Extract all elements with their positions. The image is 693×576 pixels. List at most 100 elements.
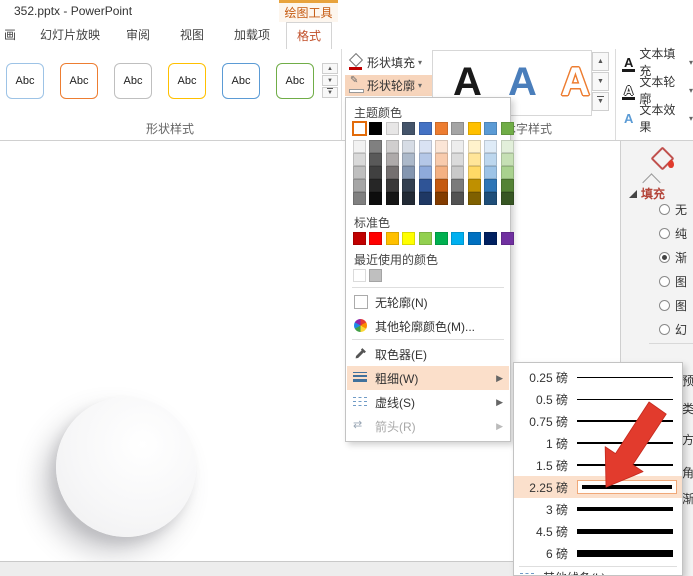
gallery-scroll-down-icon[interactable]: ▼ bbox=[322, 75, 338, 86]
fill-option-3[interactable]: 渐 bbox=[659, 245, 687, 269]
standard-color-swatch[interactable] bbox=[484, 232, 497, 245]
tab-review[interactable]: 审阅 bbox=[124, 22, 152, 48]
theme-tint-swatch[interactable] bbox=[419, 179, 432, 192]
shape-style-preset-4[interactable]: Abc bbox=[168, 63, 206, 99]
text-fill-button[interactable]: A 文本填充 ▾ bbox=[622, 51, 693, 73]
white-circle-shape[interactable] bbox=[56, 397, 196, 537]
standard-color-swatch[interactable] bbox=[419, 232, 432, 245]
text-effects-button[interactable]: A 文本效果 ▾ bbox=[622, 107, 693, 129]
shape-fill-button[interactable]: 形状填充 ▾ bbox=[345, 52, 433, 73]
recent-color-swatch[interactable] bbox=[369, 269, 382, 282]
weight-option-3磅[interactable]: 3 磅 bbox=[514, 498, 682, 520]
theme-tint-swatch[interactable] bbox=[451, 192, 464, 205]
shape-style-preset-1[interactable]: Abc bbox=[6, 63, 44, 99]
theme-tint-swatch[interactable] bbox=[451, 179, 464, 192]
tab-format-active[interactable]: 格式 bbox=[286, 22, 332, 49]
wordart-scroll-up-icon[interactable]: ▲ bbox=[592, 52, 609, 71]
theme-tint-swatch[interactable] bbox=[353, 192, 366, 205]
theme-tint-swatch[interactable] bbox=[484, 192, 497, 205]
weight-option-0.5磅[interactable]: 0.5 磅 bbox=[514, 388, 682, 410]
theme-color-swatch[interactable] bbox=[419, 122, 432, 135]
theme-tint-swatch[interactable] bbox=[468, 192, 481, 205]
fill-option-6[interactable]: 幻 bbox=[659, 317, 687, 341]
theme-tint-swatch[interactable] bbox=[419, 153, 432, 166]
standard-color-swatch[interactable] bbox=[369, 232, 382, 245]
wordart-style-blue[interactable]: A bbox=[508, 53, 537, 111]
gallery-more-icon[interactable]: ▼ bbox=[322, 87, 338, 98]
wordart-style-orange-outline[interactable]: A bbox=[561, 53, 590, 111]
text-outline-button[interactable]: A 文本轮廓 ▾ bbox=[622, 79, 693, 101]
theme-color-swatch[interactable] bbox=[353, 122, 366, 135]
menu-item-more-lines[interactable]: 其他线条(L)... bbox=[520, 569, 616, 576]
fill-option-2[interactable]: 纯 bbox=[659, 221, 687, 245]
menu-item-dashes[interactable]: 虚线(S) ▶ bbox=[347, 390, 509, 414]
theme-tint-swatch[interactable] bbox=[451, 166, 464, 179]
weight-option-6磅[interactable]: 6 磅 bbox=[514, 542, 682, 564]
menu-item-more-outline-colors[interactable]: 其他轮廓颜色(M)... bbox=[347, 314, 509, 338]
tab-slideshow[interactable]: 幻灯片放映 bbox=[38, 22, 102, 48]
theme-tint-swatch[interactable] bbox=[501, 192, 514, 205]
theme-tint-swatch[interactable] bbox=[369, 153, 382, 166]
theme-tint-swatch[interactable] bbox=[402, 153, 415, 166]
theme-tint-swatch[interactable] bbox=[468, 166, 481, 179]
weight-option-0.25磅[interactable]: 0.25 磅 bbox=[514, 366, 682, 388]
theme-tint-swatch[interactable] bbox=[435, 153, 448, 166]
weight-option-2.25磅[interactable]: 2.25 磅 bbox=[514, 476, 682, 498]
theme-tint-swatch[interactable] bbox=[484, 140, 497, 153]
theme-tint-swatch[interactable] bbox=[484, 153, 497, 166]
theme-tint-swatch[interactable] bbox=[353, 153, 366, 166]
theme-tint-swatch[interactable] bbox=[501, 179, 514, 192]
tab-animation-partial[interactable]: 画 bbox=[2, 22, 18, 48]
standard-color-swatch[interactable] bbox=[435, 232, 448, 245]
theme-tint-swatch[interactable] bbox=[468, 153, 481, 166]
theme-tint-swatch[interactable] bbox=[484, 179, 497, 192]
theme-color-swatch[interactable] bbox=[369, 122, 382, 135]
standard-color-swatch[interactable] bbox=[386, 232, 399, 245]
theme-tint-swatch[interactable] bbox=[353, 166, 366, 179]
theme-tint-swatch[interactable] bbox=[419, 192, 432, 205]
theme-tint-swatch[interactable] bbox=[419, 166, 432, 179]
tab-addins[interactable]: 加载项 bbox=[232, 22, 272, 48]
shape-outline-button[interactable]: ✎ 形状轮廓 ▾ bbox=[345, 75, 433, 96]
theme-tint-swatch[interactable] bbox=[353, 179, 366, 192]
theme-tint-swatch[interactable] bbox=[435, 166, 448, 179]
weight-option-1.5磅[interactable]: 1.5 磅 bbox=[514, 454, 682, 476]
theme-tint-swatch[interactable] bbox=[468, 140, 481, 153]
menu-item-eyedropper[interactable]: 取色器(E) bbox=[347, 342, 509, 366]
theme-tint-swatch[interactable] bbox=[369, 192, 382, 205]
wordart-more-icon[interactable]: ▼ bbox=[592, 92, 609, 111]
theme-tint-swatch[interactable] bbox=[402, 140, 415, 153]
theme-tint-swatch[interactable] bbox=[402, 166, 415, 179]
menu-item-weight[interactable]: 粗细(W) ▶ bbox=[347, 366, 509, 390]
standard-color-swatch[interactable] bbox=[402, 232, 415, 245]
theme-color-swatch[interactable] bbox=[451, 122, 464, 135]
recent-color-swatch[interactable] bbox=[353, 269, 366, 282]
theme-tint-swatch[interactable] bbox=[386, 140, 399, 153]
fill-option-5[interactable]: 图 bbox=[659, 293, 687, 317]
theme-tint-swatch[interactable] bbox=[435, 140, 448, 153]
theme-tint-swatch[interactable] bbox=[402, 192, 415, 205]
fill-option-4[interactable]: 图 bbox=[659, 269, 687, 293]
standard-color-swatch[interactable] bbox=[353, 232, 366, 245]
theme-tint-swatch[interactable] bbox=[369, 179, 382, 192]
theme-tint-swatch[interactable] bbox=[386, 153, 399, 166]
theme-tint-swatch[interactable] bbox=[501, 140, 514, 153]
theme-tint-swatch[interactable] bbox=[369, 166, 382, 179]
shape-style-preset-3[interactable]: Abc bbox=[114, 63, 152, 99]
theme-tint-swatch[interactable] bbox=[435, 179, 448, 192]
theme-color-swatch[interactable] bbox=[484, 122, 497, 135]
shape-style-preset-6[interactable]: Abc bbox=[276, 63, 314, 99]
theme-tint-swatch[interactable] bbox=[468, 179, 481, 192]
theme-color-swatch[interactable] bbox=[468, 122, 481, 135]
standard-color-swatch[interactable] bbox=[501, 232, 514, 245]
theme-tint-swatch[interactable] bbox=[435, 192, 448, 205]
weight-option-1磅[interactable]: 1 磅 bbox=[514, 432, 682, 454]
theme-color-swatch[interactable] bbox=[435, 122, 448, 135]
standard-color-swatch[interactable] bbox=[468, 232, 481, 245]
shape-style-preset-5[interactable]: Abc bbox=[222, 63, 260, 99]
standard-color-swatch[interactable] bbox=[451, 232, 464, 245]
theme-tint-swatch[interactable] bbox=[353, 140, 366, 153]
theme-tint-swatch[interactable] bbox=[402, 179, 415, 192]
theme-tint-swatch[interactable] bbox=[451, 153, 464, 166]
theme-tint-swatch[interactable] bbox=[501, 153, 514, 166]
